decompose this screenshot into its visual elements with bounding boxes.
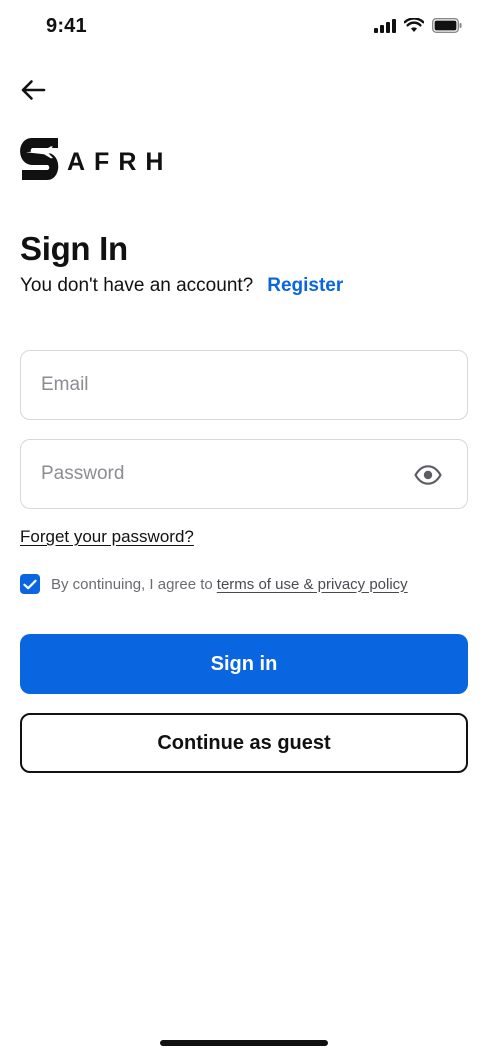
register-link[interactable]: Register bbox=[267, 275, 343, 297]
agree-row: By continuing, I agree to terms of use &… bbox=[20, 574, 408, 594]
arrow-left-icon bbox=[21, 80, 46, 100]
status-icons bbox=[374, 18, 462, 33]
continue-as-guest-button[interactable]: Continue as guest bbox=[20, 713, 468, 773]
home-indicator bbox=[160, 1040, 328, 1046]
subtitle-text: You don't have an account? bbox=[20, 275, 254, 296]
email-input[interactable] bbox=[21, 351, 467, 419]
password-input[interactable] bbox=[21, 440, 467, 508]
agree-text: By continuing, I agree to terms of use &… bbox=[51, 576, 408, 593]
terms-link[interactable]: terms of use & privacy policy bbox=[217, 576, 408, 593]
status-bar: 9:41 bbox=[0, 0, 488, 54]
back-button[interactable] bbox=[16, 74, 50, 106]
agree-label: By continuing, I agree to bbox=[51, 575, 213, 593]
signin-button[interactable]: Sign in bbox=[20, 634, 468, 694]
password-field-container bbox=[20, 439, 468, 509]
wifi-icon bbox=[404, 18, 424, 32]
email-field-container bbox=[20, 350, 468, 420]
eye-icon bbox=[414, 465, 442, 485]
battery-icon bbox=[432, 18, 462, 33]
subtitle-row: You don't have an account? Register bbox=[20, 275, 343, 297]
password-visibility-toggle[interactable] bbox=[413, 462, 443, 488]
brand-logo: AFRH bbox=[20, 138, 172, 180]
page-title: Sign In bbox=[20, 230, 128, 267]
status-time: 9:41 bbox=[46, 15, 87, 37]
checkmark-icon bbox=[23, 579, 37, 589]
forgot-password-link[interactable]: Forget your password? bbox=[20, 527, 194, 547]
signal-icon bbox=[374, 18, 396, 33]
agree-checkbox[interactable] bbox=[20, 574, 40, 594]
logo-text: AFRH bbox=[67, 147, 173, 176]
s-plane-logo-mark bbox=[20, 138, 59, 180]
